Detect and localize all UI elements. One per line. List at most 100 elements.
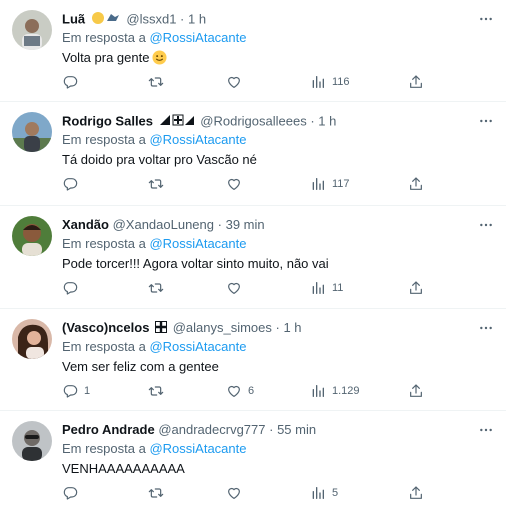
share-button[interactable] — [408, 381, 424, 401]
more-icon[interactable] — [478, 113, 494, 129]
avatar[interactable] — [12, 10, 52, 50]
retweet-button[interactable] — [148, 278, 170, 298]
avatar[interactable] — [12, 216, 52, 256]
reply-button[interactable] — [62, 174, 84, 194]
share-icon — [408, 176, 424, 192]
replying-to: Em resposta a @RossiAtacante — [62, 339, 246, 354]
replying-prefix: Em resposta a — [62, 132, 146, 147]
reply-count: 1 — [84, 385, 91, 397]
tweet-text: Tá doido pra voltar pro Vascão né — [62, 152, 257, 167]
replying-prefix: Em resposta a — [62, 441, 146, 456]
like-icon — [226, 280, 242, 296]
mention-link[interactable]: @RossiAtacante — [149, 339, 246, 354]
separator: · — [180, 11, 185, 27]
avatar[interactable] — [12, 112, 52, 152]
display-name[interactable]: (Vasco)ncelos — [62, 320, 149, 335]
views-button[interactable]: 5 — [310, 483, 338, 503]
views-button[interactable]: 11 — [310, 278, 343, 298]
like-icon — [226, 485, 242, 501]
mention-link[interactable]: @RossiAtacante — [149, 441, 246, 456]
handle[interactable]: @Rodrigosalleees — [200, 113, 306, 128]
timestamp[interactable]: 1 h — [318, 113, 336, 128]
replying-prefix: Em resposta a — [62, 236, 146, 251]
like-button[interactable] — [226, 72, 248, 92]
like-button[interactable] — [226, 278, 248, 298]
more-icon[interactable] — [478, 217, 494, 233]
share-icon — [408, 485, 424, 501]
share-button[interactable] — [408, 174, 424, 194]
views-icon — [310, 280, 326, 296]
display-name[interactable]: Luã — [62, 11, 85, 26]
retweet-button[interactable] — [148, 381, 170, 401]
handle[interactable]: @andradecrvg777 — [158, 422, 265, 437]
replying-to: Em resposta a @RossiAtacante — [62, 30, 246, 45]
replying-to: Em resposta a @RossiAtacante — [62, 132, 246, 147]
reply-button[interactable]: 1 — [62, 381, 90, 401]
separator: · — [217, 217, 222, 232]
share-button[interactable] — [408, 483, 424, 503]
view-count: 117 — [332, 178, 350, 190]
handle[interactable]: @XandaoLuneng — [113, 217, 214, 232]
handle[interactable]: @lssxd1 — [126, 11, 176, 26]
like-button[interactable] — [226, 483, 248, 503]
share-icon — [408, 280, 424, 296]
retweet-icon — [148, 176, 164, 192]
like-icon — [226, 383, 242, 399]
name-emoji-badges — [91, 11, 121, 29]
mention-link[interactable]: @RossiAtacante — [149, 236, 246, 251]
reply-button[interactable] — [62, 483, 84, 503]
display-name[interactable]: Rodrigo Salles — [62, 113, 153, 128]
avatar[interactable] — [12, 421, 52, 461]
replying-prefix: Em resposta a — [62, 339, 146, 354]
tweet-text-content: Volta pra gente — [62, 50, 150, 65]
mention-link[interactable]: @RossiAtacante — [149, 30, 246, 45]
reply-icon — [62, 280, 78, 296]
retweet-button[interactable] — [148, 174, 170, 194]
view-count: 5 — [332, 487, 339, 499]
timestamp[interactable]: 1 h — [283, 320, 301, 335]
tweet-text: VENHAAAAAAAAAA — [62, 461, 185, 476]
display-name[interactable]: Pedro Andrade — [62, 422, 155, 437]
tweet-text: Volta pra gente — [62, 50, 167, 68]
more-icon[interactable] — [478, 320, 494, 336]
reply-button[interactable] — [62, 278, 84, 298]
timestamp[interactable]: 55 min — [277, 422, 316, 437]
action-bar: 5 — [62, 483, 432, 503]
views-button[interactable]: 1.129 — [310, 381, 360, 401]
mention-link[interactable]: @RossiAtacante — [149, 132, 246, 147]
handle[interactable]: @alanys_simoes — [173, 320, 272, 335]
share-icon — [408, 74, 424, 90]
view-count: 116 — [332, 76, 350, 88]
more-icon[interactable] — [478, 422, 494, 438]
action-bar: 117 — [62, 174, 432, 194]
timestamp[interactable]: 1 h — [188, 11, 206, 26]
view-count: 1.129 — [332, 385, 360, 397]
display-name[interactable]: Xandão — [62, 217, 109, 232]
tweet-text: Vem ser feliz com a gentee — [62, 359, 219, 374]
reply-button[interactable] — [62, 72, 84, 92]
divider — [0, 308, 506, 309]
views-icon — [310, 383, 326, 399]
share-button[interactable] — [408, 278, 424, 298]
like-button[interactable]: 6 — [226, 381, 254, 401]
share-button[interactable] — [408, 72, 424, 92]
retweet-icon — [148, 74, 164, 90]
smile-emoji-icon — [152, 50, 167, 68]
timestamp[interactable]: 39 min — [226, 217, 265, 232]
views-icon — [310, 74, 326, 90]
like-button[interactable] — [226, 174, 248, 194]
separator: · — [269, 422, 274, 437]
views-button[interactable]: 116 — [310, 72, 350, 92]
retweet-button[interactable] — [148, 72, 170, 92]
reply-icon — [62, 176, 78, 192]
replying-to: Em resposta a @RossiAtacante — [62, 441, 246, 456]
retweet-button[interactable] — [148, 483, 170, 503]
avatar[interactable] — [12, 319, 52, 359]
action-bar: 11 — [62, 278, 432, 298]
like-icon — [226, 176, 242, 192]
name-emoji-badges — [159, 113, 195, 131]
views-icon — [310, 485, 326, 501]
views-button[interactable]: 117 — [310, 174, 350, 194]
reply-icon — [62, 485, 78, 501]
more-icon[interactable] — [478, 11, 494, 27]
